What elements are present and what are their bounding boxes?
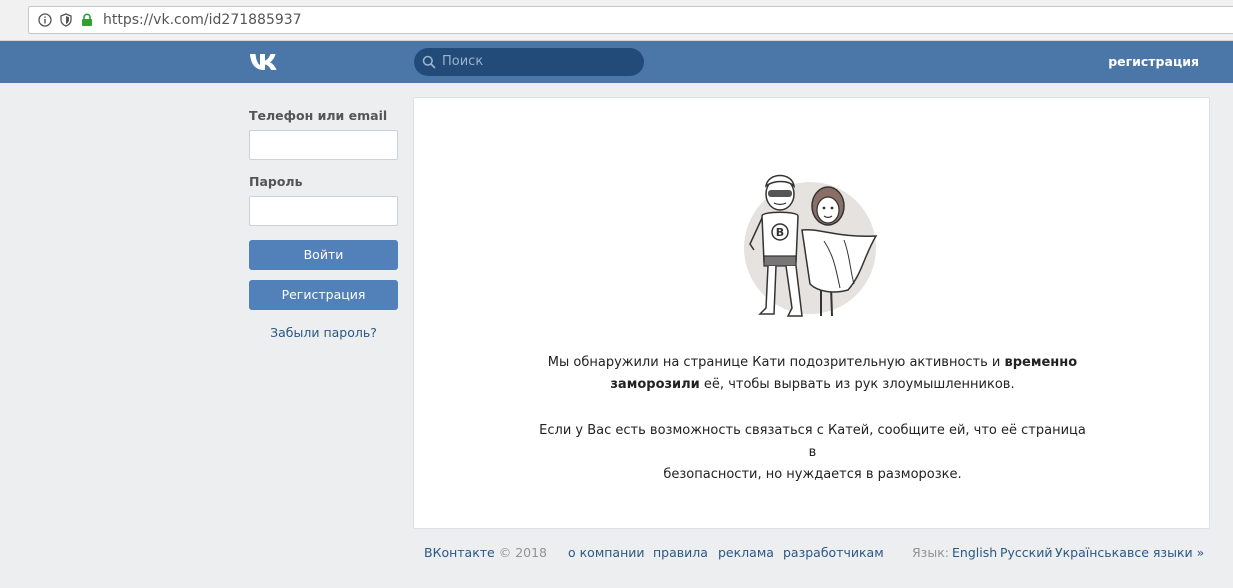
- footer-brand: ВКонтакте: [424, 545, 495, 560]
- site-header: Поиск регистрация: [0, 41, 1233, 83]
- header-register-link[interactable]: регистрация: [1108, 54, 1199, 69]
- language-english[interactable]: English: [952, 545, 997, 563]
- login-button[interactable]: Войти: [249, 240, 398, 270]
- address-bar[interactable]: https://vk.com/id271885937: [28, 6, 1233, 34]
- svg-text:B: B: [776, 226, 784, 239]
- password-label: Пароль: [249, 174, 303, 189]
- info-icon[interactable]: [38, 13, 52, 27]
- footer-year: © 2018: [498, 545, 548, 560]
- notice-text: безопасности, но нуждается в разморозке.: [663, 467, 962, 482]
- search-placeholder: Поиск: [442, 54, 484, 69]
- forgot-password-link[interactable]: Забыли пароль?: [249, 325, 398, 340]
- browser-toolbar: https://vk.com/id271885937: [0, 0, 1233, 41]
- phone-email-field[interactable]: [249, 130, 398, 160]
- notice-bold: заморозили: [610, 377, 700, 392]
- frozen-page-card: B Мы обнаружили на странице Кати подозри…: [413, 97, 1210, 529]
- language-all[interactable]: все языки »: [1127, 545, 1204, 563]
- notice-paragraph-1: Мы обнаружили на странице Кати подозрите…: [534, 352, 1091, 396]
- notice-text: её, чтобы вырвать из рук злоумышленников…: [699, 377, 1015, 392]
- language-russian[interactable]: Русский: [1000, 545, 1052, 563]
- footer-link-rules[interactable]: правила: [653, 545, 708, 563]
- shield-icon[interactable]: [59, 13, 73, 27]
- footer-link-developers[interactable]: разработчикам: [783, 545, 884, 563]
- notice-paragraph-2: Если у Вас есть возможность связаться с …: [534, 420, 1091, 486]
- notice-bold: временно: [1004, 355, 1078, 370]
- url-text[interactable]: https://vk.com/id271885937: [103, 12, 302, 28]
- notice-text: Мы обнаружили на странице Кати подозрите…: [547, 355, 1005, 370]
- footer-copyright: ВКонтакте © 2018: [424, 545, 547, 563]
- login-form: Телефон или email Пароль Войти Регистрац…: [249, 108, 398, 340]
- search-input[interactable]: Поиск: [414, 48, 644, 76]
- password-field[interactable]: [249, 196, 398, 226]
- footer-language-label: Язык:: [912, 545, 949, 560]
- notice-text: Если у Вас есть возможность связаться с …: [539, 423, 1086, 460]
- register-button[interactable]: Регистрация: [249, 280, 398, 310]
- lock-icon[interactable]: [80, 13, 94, 27]
- footer-link-ads[interactable]: реклама: [718, 545, 774, 563]
- phone-label: Телефон или email: [249, 108, 388, 123]
- superhero-illustration: B: [744, 174, 878, 317]
- language-ukrainian[interactable]: Українська: [1055, 545, 1127, 563]
- footer-link-about[interactable]: о компании: [568, 545, 645, 563]
- vk-logo-icon[interactable]: [249, 52, 283, 72]
- search-icon: [422, 55, 436, 69]
